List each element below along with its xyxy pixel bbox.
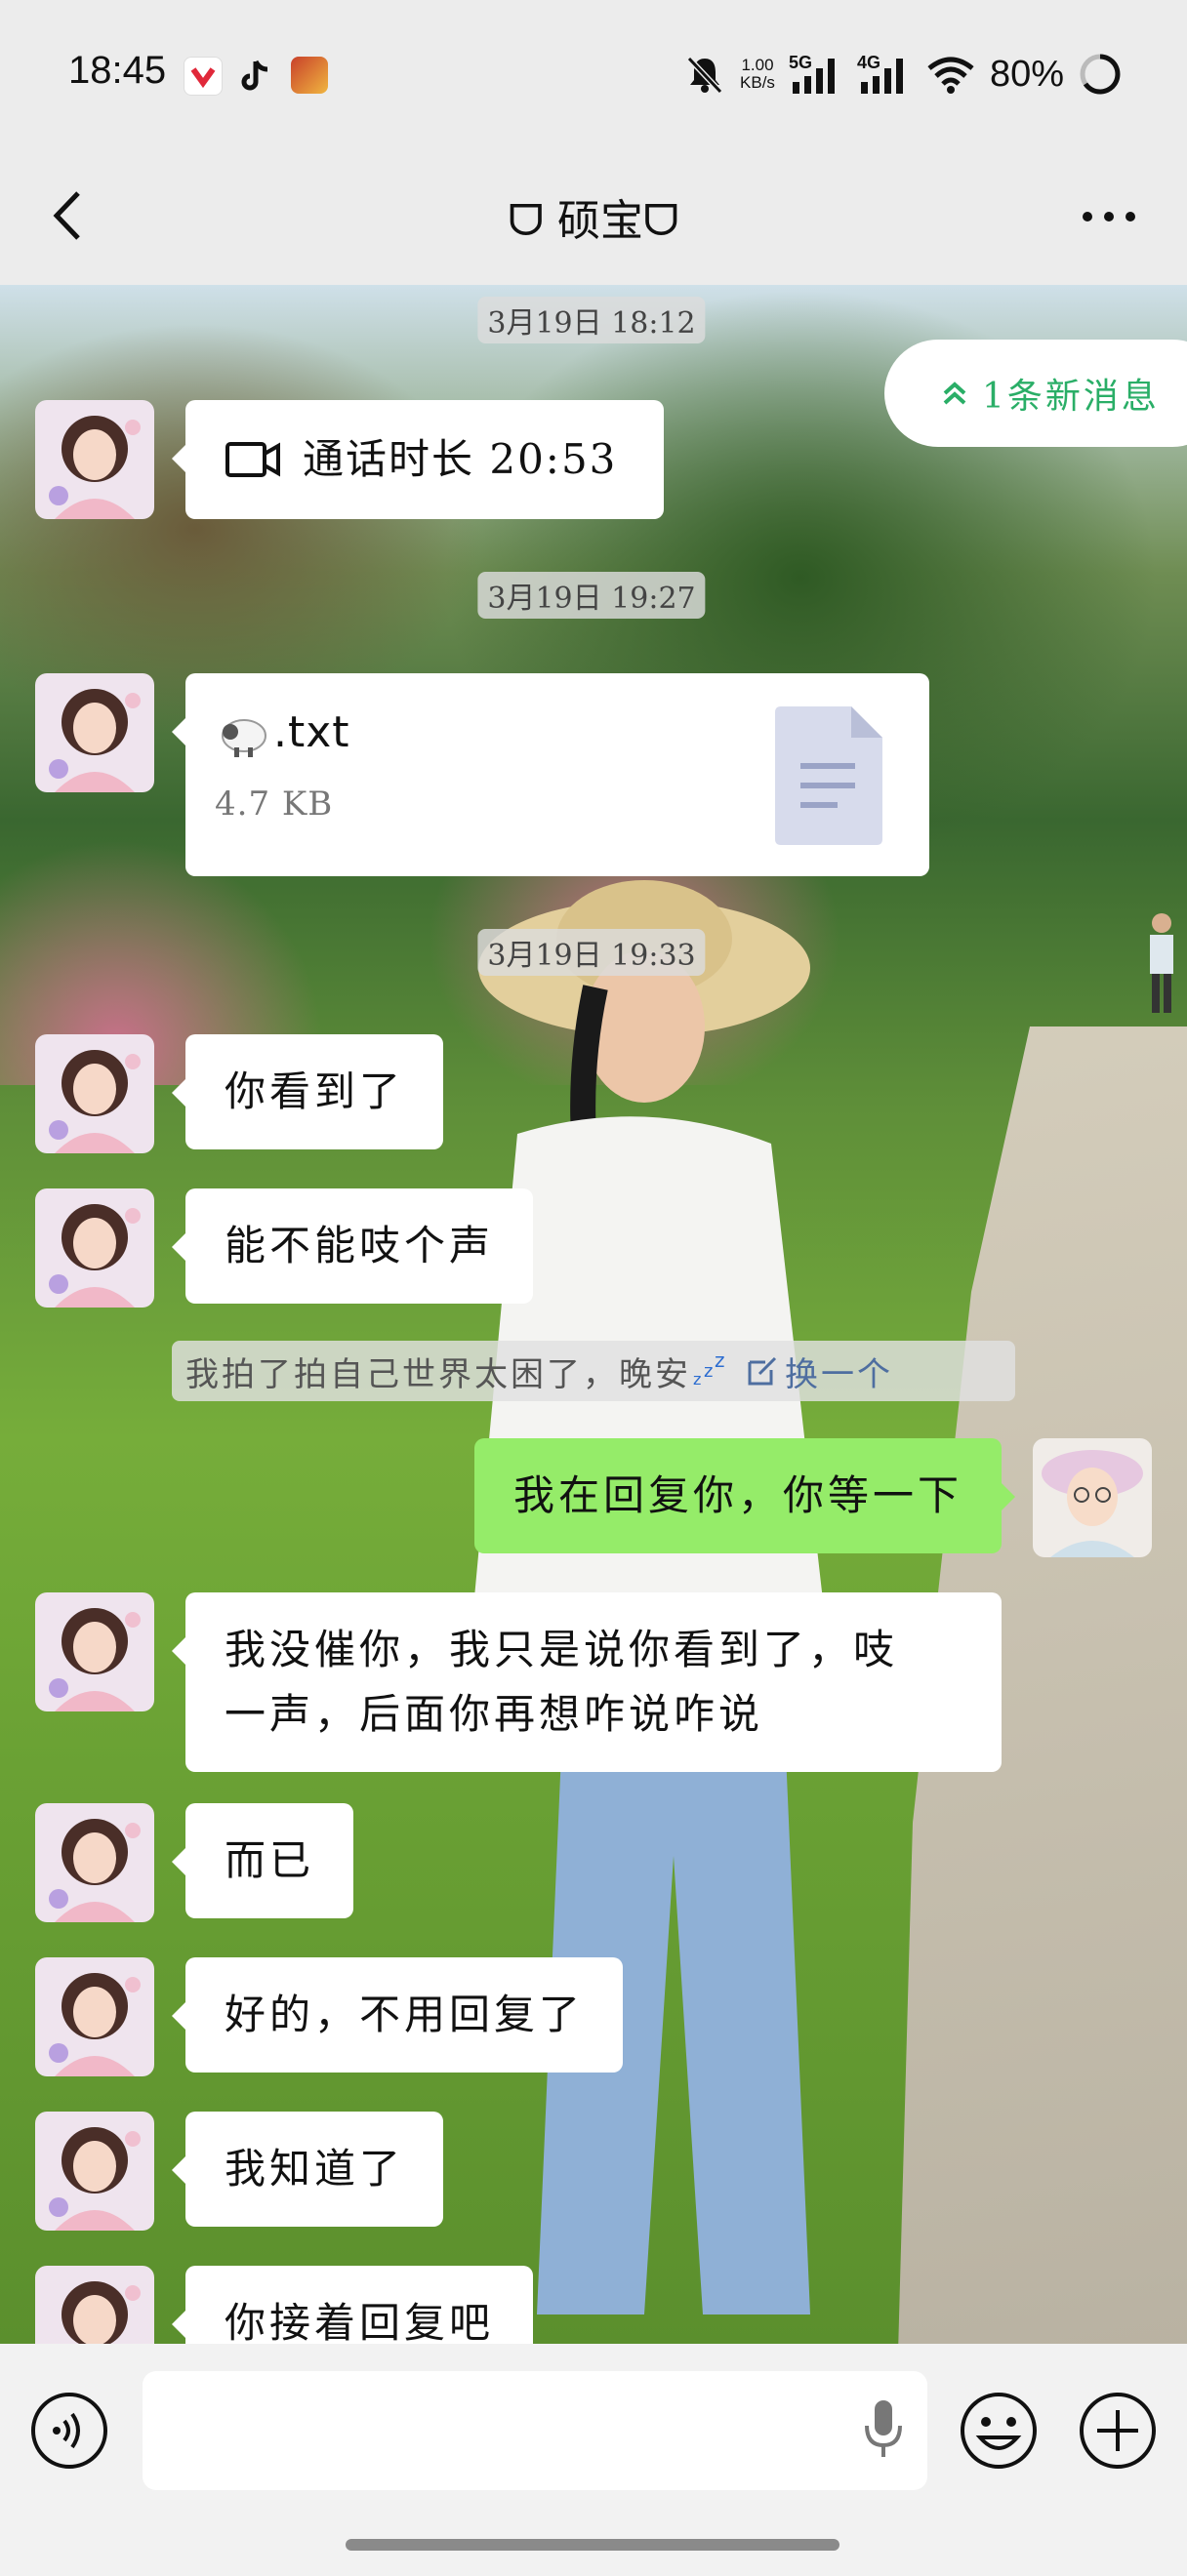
document-icon xyxy=(775,706,882,845)
avatar[interactable] xyxy=(35,673,154,792)
status-time: 18:45 xyxy=(68,49,167,92)
avatar[interactable] xyxy=(35,2112,154,2231)
background-distant-person xyxy=(1150,913,1173,1013)
avatar[interactable] xyxy=(35,1803,154,1922)
input-bar xyxy=(0,2344,1187,2576)
incoming-message[interactable]: 你看到了 xyxy=(171,1034,444,1149)
svg-text:z: z xyxy=(715,1353,726,1372)
timestamp: 3月19日 19:27 xyxy=(477,572,706,619)
net-speed-unit: KB/s xyxy=(740,73,775,92)
incoming-message-multiline[interactable]: 我没催你，我只是说你看到了，吱 一声，后面你再想咋说咋说 xyxy=(172,1592,1002,1772)
timestamp: 3月19日 18:12 xyxy=(477,297,706,343)
voice-mode-icon[interactable] xyxy=(29,2391,109,2471)
avatar[interactable] xyxy=(35,1188,154,1308)
net-speed: 1.00 KB/s xyxy=(740,57,775,92)
message-input[interactable] xyxy=(143,2371,927,2490)
chat-header: ᗜ 硕宝ᗜ xyxy=(0,146,1187,285)
game-app-icon xyxy=(291,57,328,94)
more-options-icon[interactable] xyxy=(1080,197,1138,236)
app-notification-icon xyxy=(184,57,223,96)
message-line: 一声，后面你再想咋说咋说 xyxy=(225,1690,764,1738)
sleep-zzz-icon: z zz xyxy=(693,1353,726,1389)
incoming-message[interactable]: 能不能吱个声 xyxy=(171,1188,534,1304)
wifi-icon xyxy=(927,57,974,94)
status-bar: 18:45 1.00 KB/s 5G 4G 80% xyxy=(0,0,1187,146)
double-chevron-up-icon xyxy=(943,382,966,405)
svg-text:z: z xyxy=(693,1370,704,1389)
mute-bell-icon xyxy=(686,56,723,95)
avatar[interactable] xyxy=(35,2266,154,2344)
signal-5g-icon: 5G xyxy=(789,53,843,96)
my-avatar[interactable] xyxy=(1033,1438,1152,1557)
incoming-message[interactable]: 你接着回复吧 xyxy=(171,2266,534,2344)
avatar[interactable] xyxy=(35,1034,154,1153)
video-call-icon xyxy=(225,442,280,477)
microphone-icon[interactable] xyxy=(861,2398,906,2463)
chat-area[interactable]: 1条新消息 3月19日 18:12 通话时长 20:53 3月19日 19:27… xyxy=(0,285,1187,2344)
tiktok-icon xyxy=(236,57,273,94)
battery-ring-icon xyxy=(1080,54,1121,95)
edit-icon xyxy=(748,1356,777,1386)
emoji-icon[interactable] xyxy=(959,2391,1039,2471)
file-message[interactable]: .txt 4.7 KB xyxy=(172,673,929,876)
battery-level: 80% xyxy=(989,53,1064,95)
status-indicators: 1.00 KB/s 5G 4G 80% xyxy=(683,49,1123,100)
add-more-icon[interactable] xyxy=(1078,2391,1158,2471)
net-speed-value: 1.00 xyxy=(741,56,774,74)
chat-title: ᗜ 硕宝ᗜ xyxy=(508,196,679,246)
avatar[interactable] xyxy=(35,400,154,519)
avatar[interactable] xyxy=(35,1957,154,2076)
file-size: 4.7 KB xyxy=(215,785,334,824)
timestamp: 3月19日 19:33 xyxy=(477,929,706,976)
new-messages-pill[interactable]: 1条新消息 xyxy=(884,340,1187,447)
message-line: 我没催你，我只是说你看到了，吱 xyxy=(225,1626,899,1673)
pat-text: 我拍了拍自己世界太困了，晚安 xyxy=(185,1354,691,1394)
signal-4g-icon: 4G xyxy=(857,53,912,96)
change-pat-label: 换一个 xyxy=(785,1354,893,1394)
sheep-emoji-icon xyxy=(222,719,266,757)
file-name: .txt xyxy=(273,707,350,757)
incoming-message[interactable]: 而已 xyxy=(171,1803,354,1918)
change-pat-button[interactable]: 换一个 xyxy=(746,1348,893,1395)
call-duration-message[interactable]: 通话时长 20:53 xyxy=(172,400,664,519)
new-messages-label: 1条新消息 xyxy=(982,377,1160,417)
avatar[interactable] xyxy=(35,1592,154,1711)
call-duration-text: 通话时长 20:53 xyxy=(303,435,618,483)
incoming-message[interactable]: 我知道了 xyxy=(171,2112,444,2227)
pat-notice: 我拍了拍自己世界太困了，晚安 zzz 换一个 xyxy=(172,1341,1015,1401)
outgoing-message[interactable]: 我在回复你，你等一下 xyxy=(473,1438,1016,1553)
incoming-message[interactable]: 好的，不用回复了 xyxy=(171,1957,624,2073)
home-indicator[interactable] xyxy=(346,2539,839,2551)
